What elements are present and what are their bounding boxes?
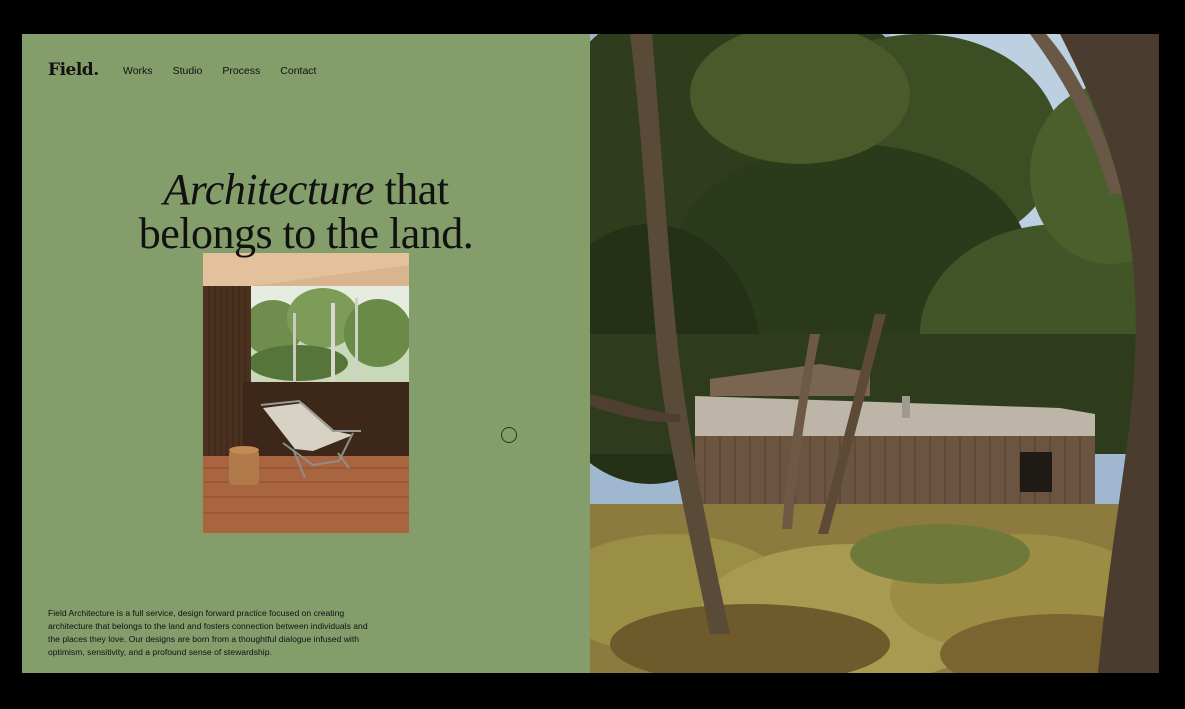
nav-contact[interactable]: Contact bbox=[280, 65, 316, 77]
nav-works[interactable]: Works bbox=[123, 65, 153, 77]
left-panel: Field. Works Studio Process Contact Arch… bbox=[22, 34, 590, 673]
headline-rest: that bbox=[374, 165, 449, 214]
page-frame: Field. Works Studio Process Contact Arch… bbox=[22, 34, 1159, 673]
nav-studio[interactable]: Studio bbox=[173, 65, 203, 77]
main-nav: Works Studio Process Contact bbox=[123, 65, 336, 77]
cursor-circle-icon bbox=[501, 427, 517, 443]
brand-logo[interactable]: Field. bbox=[48, 60, 99, 80]
headline-italic: Architecture bbox=[163, 165, 375, 214]
hero-house-photo[interactable] bbox=[590, 34, 1159, 673]
forest-house-illustration bbox=[590, 34, 1159, 673]
hero-headline: Architecture that belongs to the land. bbox=[22, 168, 590, 256]
headline-line2: belongs to the land. bbox=[138, 209, 474, 258]
about-text: Field Architecture is a full service, de… bbox=[48, 607, 368, 657]
porch-chair-illustration bbox=[203, 253, 409, 533]
nav-process[interactable]: Process bbox=[222, 65, 260, 77]
porch-chair-image[interactable] bbox=[203, 253, 409, 533]
